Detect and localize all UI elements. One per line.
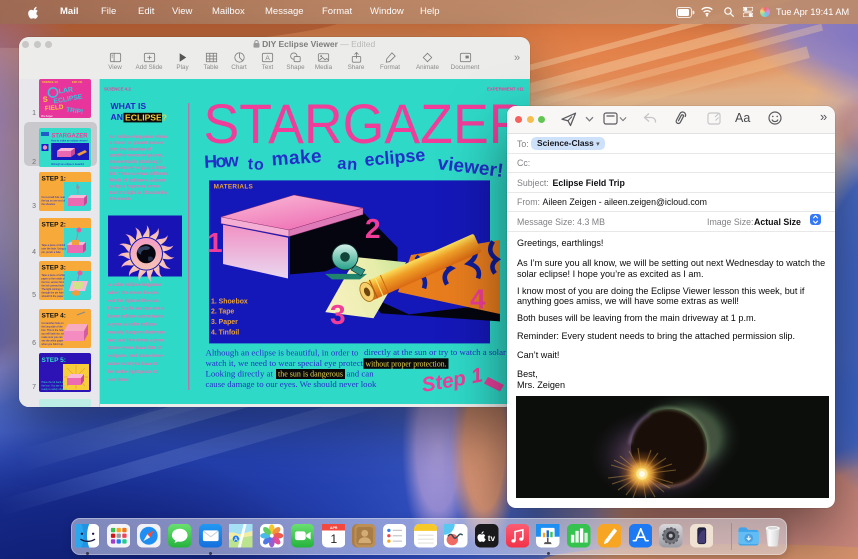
svg-text:S: S [42, 95, 48, 104]
svg-text:How to make an eclipse viewer!: How to make an eclipse viewer! [51, 138, 88, 142]
svg-text:out the light of the sun.: out the light of the sun. [108, 298, 160, 303]
svg-text:a year. A solar eclipse: a year. A solar eclipse [108, 321, 157, 326]
svg-text:watch it, we need to wear spec: watch it, we need to wear special eye pr… [206, 358, 377, 368]
svg-text:eclipses, and some have: eclipses, and some have [108, 353, 163, 358]
svg-text:1: 1 [207, 227, 223, 258]
svg-text:4: 4 [470, 283, 486, 314]
svg-text:Looking directly at: Looking directly at [206, 368, 274, 378]
svg-text:A: A [234, 537, 238, 543]
svg-text:an: an [337, 155, 358, 174]
svg-text:into the shadow of: into the shadow of [110, 146, 152, 151]
svg-text:From Earth, we can see a: From Earth, we can see a [108, 306, 165, 311]
svg-text:lunar eclipse about twice: lunar eclipse about twice [108, 314, 164, 319]
svg-text:AN: AN [111, 112, 123, 122]
svg-text:A solar eclipse happens: A solar eclipse happens [108, 282, 162, 287]
svg-text:be in the right place to: be in the right place to [108, 369, 158, 374]
svg-text:How: How [204, 150, 240, 172]
svg-text:should hit the paper.: should hit the paper. [41, 295, 64, 298]
svg-text:two and five times a year.: two and five times a year. [108, 337, 165, 342]
svg-text:cause damage to our eyes. We s: cause damage to our eyes. We should neve… [206, 379, 377, 389]
svg-text:MATERIALS: MATERIALS [214, 183, 254, 190]
svg-text:eclipse happens when: eclipse happens when [110, 184, 160, 189]
svg-text:SCIENCE 4.2: SCIENCE 4.2 [42, 80, 58, 84]
svg-text:STEP 2:: STEP 2: [41, 221, 65, 228]
svg-text:another moon or planet,: another moon or planet, [110, 153, 164, 158]
svg-text:2: 2 [365, 213, 381, 244]
svg-text:4. Tinfoil: 4. Tinfoil [211, 329, 239, 336]
svg-text:ready to safely observe: ready to safely observe [41, 388, 67, 391]
svg-text:tv: tv [488, 533, 496, 543]
svg-text:to: to [247, 156, 264, 174]
svg-text:1. Shoebox: 1. Shoebox [211, 298, 248, 305]
svg-text:LAR: LAR [58, 87, 73, 96]
svg-text:2. Tape: 2. Tape [211, 308, 234, 315]
svg-text:STEP 3:: STEP 3: [41, 265, 65, 272]
svg-text:STEP 1:: STEP 1: [41, 176, 65, 183]
svg-text:STEP 5:: STEP 5: [41, 357, 65, 364]
svg-text:Some years have lots of: Some years have lots of [108, 345, 162, 350]
svg-text:directly at the sun or try to: directly at the sun or try to watch a so… [364, 347, 530, 357]
svg-text:pin, punch a hole.: pin, punch a hole. [41, 251, 61, 254]
svg-text:kinds of eclipses. A lunar: kinds of eclipses. A lunar [110, 177, 166, 182]
svg-text:Mrs Zeigen: Mrs Zeigen [41, 115, 54, 118]
svg-text:An eclipse happens when: An eclipse happens when [110, 134, 167, 139]
svg-text:Although an eclipse is beautif: Although an eclipse is beautiful, in ord… [206, 347, 360, 357]
svg-text:when you hold it up.: when you hold it up. [41, 343, 64, 346]
svg-text:the shoebox.: the shoebox. [41, 203, 56, 206]
svg-text:a moon or planet moves: a moon or planet moves [110, 140, 164, 145]
svg-text:3. Paper: 3. Paper [211, 319, 238, 326]
svg-text:SCIENCE 4.2: SCIENCE 4.2 [104, 86, 131, 91]
svg-text:FIELD: FIELD [44, 104, 64, 113]
svg-text:make: make [271, 146, 322, 170]
svg-text:STARGAZER: STARGAZER [204, 93, 528, 155]
svg-text:none. And you have to: none. And you have to [108, 361, 158, 366]
svg-text:viewer!: viewer! [436, 153, 504, 182]
svg-text:see them!: see them! [108, 377, 130, 382]
svg-text:the sun is dangerous: the sun is dangerous [278, 368, 344, 378]
svg-text:without proper protection.: without proper protection. [366, 358, 447, 368]
svg-text:bit. There are two different: bit. There are two different [110, 171, 169, 176]
svg-text:EXP. #11: EXP. #11 [72, 80, 83, 84]
svg-text:out entirely or just a little: out entirely or just a little [110, 165, 166, 170]
svg-text:Although an eclipse is beautif: Although an eclipse is beautiful [51, 163, 84, 166]
svg-text:3: 3 [330, 299, 346, 330]
svg-text:TRIP!: TRIP! [65, 107, 83, 116]
svg-text:eclipse: eclipse [364, 145, 427, 170]
svg-text:STARGAZER: STARGAZER [51, 132, 87, 139]
svg-text:1: 1 [330, 532, 337, 546]
svg-text:APR: APR [330, 526, 338, 530]
svg-text:and can: and can [347, 368, 375, 378]
svg-text:Earth's light is blocked by: Earth's light is blocked by [110, 190, 168, 195]
svg-text:usually happens between: usually happens between [108, 329, 165, 334]
svg-text:STEP 4:: STEP 4: [41, 312, 65, 319]
svg-text:ECLIPSE?: ECLIPSE? [125, 112, 167, 122]
svg-text:when the moon blocks: when the moon blocks [107, 290, 159, 295]
svg-text:A: A [265, 55, 270, 62]
svg-text:EXPERIMENT #11: EXPERIMENT #11 [487, 86, 524, 91]
svg-text:the moon.: the moon. [110, 196, 132, 201]
svg-text:momentarily blocking it: momentarily blocking it [110, 159, 163, 164]
svg-text:WHAT IS: WHAT IS [111, 101, 147, 111]
